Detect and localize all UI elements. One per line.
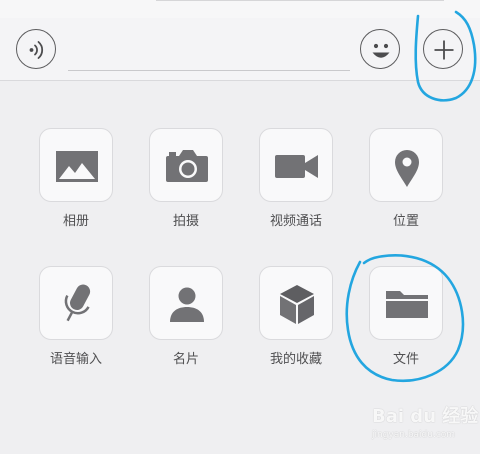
voice-button[interactable] xyxy=(16,29,56,69)
tile-card[interactable]: 名片 xyxy=(131,266,241,378)
tile-camera[interactable]: 拍摄 xyxy=(131,128,241,240)
tile-label: 视频通话 xyxy=(269,214,322,229)
folder-icon xyxy=(386,291,428,318)
more-button[interactable] xyxy=(423,29,463,69)
watermark-subtext: jingyan.baidu.com xyxy=(372,430,456,440)
tile-label: 位置 xyxy=(392,214,419,229)
tile-location[interactable]: 位置 xyxy=(351,128,461,240)
image-icon xyxy=(56,151,98,182)
top-strip xyxy=(0,0,480,19)
voice-icon xyxy=(29,41,44,59)
tile-label: 文件 xyxy=(392,352,419,367)
tile-label: 名片 xyxy=(172,352,199,367)
location-pin-icon xyxy=(395,150,419,187)
tile-video-call[interactable]: 视频通话 xyxy=(241,128,351,240)
watermark-text: Bai du 经验 xyxy=(372,406,479,427)
tile-label: 拍摄 xyxy=(172,214,199,229)
tile-label: 相册 xyxy=(62,214,89,229)
tile-label: 语音输入 xyxy=(49,352,102,367)
microphone-icon xyxy=(64,284,91,322)
tile-file[interactable]: 文件 xyxy=(351,266,461,378)
camera-icon xyxy=(166,150,208,182)
location-button[interactable] xyxy=(369,128,443,202)
divider xyxy=(156,0,444,1)
plus-icon xyxy=(434,40,454,60)
tile-voice-input[interactable]: 语音输入 xyxy=(21,266,131,378)
camera-button[interactable] xyxy=(149,128,223,202)
emoji-button[interactable] xyxy=(360,29,400,69)
tile-album[interactable]: 相册 xyxy=(21,128,131,240)
chat-input-bar xyxy=(0,18,480,81)
file-button[interactable] xyxy=(369,266,443,340)
voice-input-button[interactable] xyxy=(39,266,113,340)
favorites-button[interactable] xyxy=(259,266,333,340)
tile-label: 我的收藏 xyxy=(269,352,322,367)
card-button[interactable] xyxy=(149,266,223,340)
person-icon xyxy=(170,287,204,322)
watermark: Bai du 经验 jingyan.baidu.com xyxy=(366,400,479,450)
video-camera-icon xyxy=(275,155,318,178)
tile-favorites[interactable]: 我的收藏 xyxy=(241,266,351,378)
video-call-button[interactable] xyxy=(259,128,333,202)
message-input[interactable] xyxy=(68,70,350,71)
smiley-icon xyxy=(372,43,390,58)
cube-icon xyxy=(280,285,314,324)
album-button[interactable] xyxy=(39,128,113,202)
